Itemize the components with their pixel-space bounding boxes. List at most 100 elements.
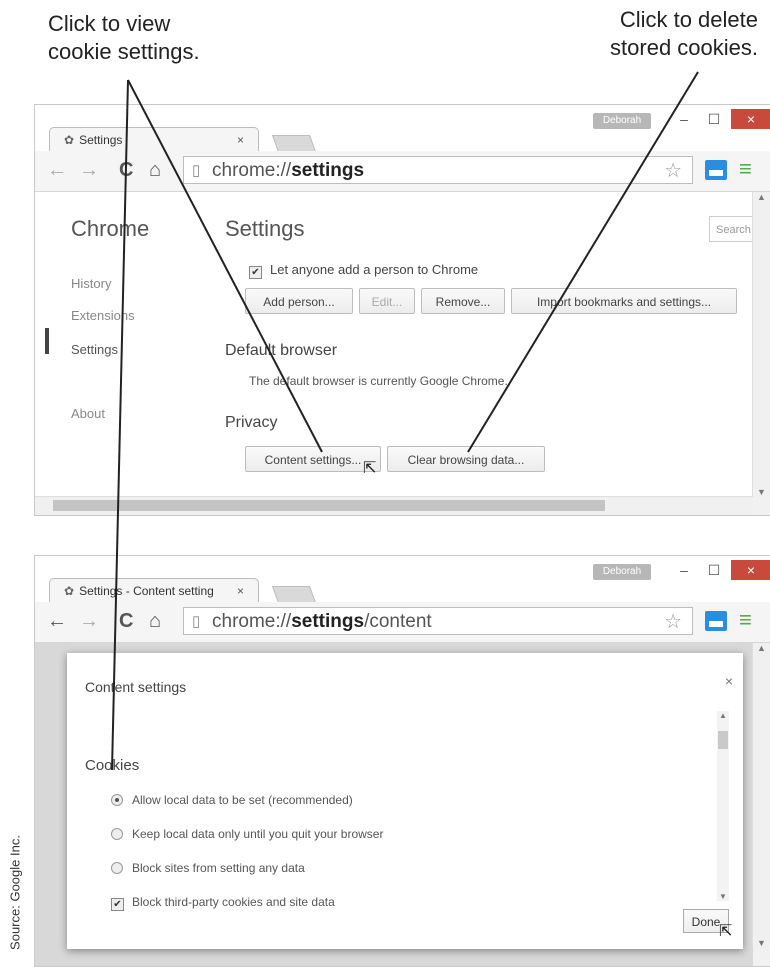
source-credit: Source: Google Inc. [7,835,23,950]
profile-badge[interactable]: Deborah [593,564,651,580]
scroll-down-icon[interactable]: ▼ [757,487,766,497]
back-arrow-icon[interactable]: ← [47,610,67,632]
close-window-button[interactable]: × [731,109,770,129]
url-path: settings [291,611,365,632]
callout-delete-cookies: Click to delete stored cookies. [610,6,758,62]
url-suffix: /content [364,611,432,632]
radio-unselected[interactable] [111,862,123,874]
bookmark-star-icon[interactable]: ☆ [664,608,682,636]
home-icon[interactable]: ⌂ [149,159,161,181]
vertical-scrollbar[interactable]: ▲ ▼ [752,643,770,948]
maximize-button[interactable]: ☐ [699,560,729,580]
checkbox-label: Block third-party cookies and site data [132,895,335,909]
forward-arrow-icon[interactable]: → [79,159,99,181]
new-tab-button[interactable] [271,135,317,152]
settings-window: ✿ Settings × Deborah – ☐ × ← → C ⌂ ▯ chro… [34,104,770,516]
edit-button[interactable]: Edit... [359,288,415,314]
modal-overlay: Content settings × Cookies Allow local d… [35,643,753,966]
callout-right-line2: stored cookies. [610,35,758,60]
add-person-button[interactable]: Add person... [245,288,353,314]
option-label: Block sites from setting any data [132,861,305,875]
radio-unselected[interactable] [111,828,123,840]
sidebar-item-settings[interactable]: Settings [71,342,118,357]
callout-right-line1: Click to delete [619,7,758,32]
extension-icon[interactable] [705,611,727,631]
bookmark-star-icon[interactable]: ☆ [664,157,682,185]
remove-button[interactable]: Remove... [421,288,505,314]
url-prefix: chrome:// [212,611,292,632]
back-arrow-icon[interactable]: ← [47,159,67,181]
content-settings-dialog: Content settings × Cookies Allow local d… [67,653,743,949]
scroll-thumb[interactable] [53,500,605,511]
import-bookmarks-button[interactable]: Import bookmarks and settings... [511,288,737,314]
address-bar[interactable]: ▯ chrome://settings/content ☆ [183,607,693,635]
tab-label: Settings [79,133,123,147]
privacy-heading: Privacy [225,414,278,431]
option-label: Allow local data to be set (recommended) [132,793,353,807]
scroll-thumb[interactable] [718,731,728,749]
checkbox-checked[interactable]: ✔ [111,898,124,911]
profile-badge[interactable]: Deborah [593,113,651,129]
address-bar[interactable]: ▯ chrome://settings ☆ [183,156,693,184]
page-icon: ▯ [192,613,201,630]
search-input[interactable]: Search [709,216,753,242]
radio-keep-until-quit[interactable]: Keep local data only until you quit your… [111,827,383,841]
url-path: settings [291,160,365,181]
close-icon[interactable]: × [725,673,733,689]
menu-icon[interactable]: ≡ [739,156,752,182]
reload-icon[interactable]: C [119,610,133,632]
callout-view-cookies: Click to view cookie settings. [48,10,200,66]
gear-icon: ✿ [64,133,75,147]
scroll-up-icon[interactable]: ▲ [757,192,766,202]
dialog-scrollbar[interactable]: ▲ ▼ [717,711,729,901]
mouse-pointer-icon: ⇱ [719,923,733,940]
minimize-button[interactable]: – [669,560,699,580]
checkbox-checked[interactable]: ✔ [249,266,262,279]
callout-left-line1: Click to view [48,11,171,36]
add-person-checkbox-row[interactable]: ✔ Let anyone add a person to Chrome [249,262,478,279]
block-third-party-checkbox-row[interactable]: ✔ Block third-party cookies and site data [111,895,335,911]
clear-browsing-data-button[interactable]: Clear browsing data... [387,446,545,472]
reload-icon[interactable]: C [119,159,133,181]
sidebar-selection-marker [45,328,49,354]
radio-block-sites[interactable]: Block sites from setting any data [111,861,305,875]
mouse-pointer-icon: ⇱ [363,460,377,477]
forward-arrow-icon[interactable]: → [79,610,99,632]
toolbar: ← → C ⌂ ▯ chrome://settings/content ☆ ≡ [35,602,770,643]
close-window-button[interactable]: × [731,560,770,580]
default-browser-text: The default browser is currently Google … [249,374,508,388]
option-label: Keep local data only until you quit your… [132,827,384,841]
cookies-heading: Cookies [85,757,140,774]
scroll-up-icon[interactable]: ▲ [757,643,766,653]
minimize-button[interactable]: – [669,109,699,129]
url-prefix: chrome:// [212,160,292,181]
tab-close-icon[interactable]: × [237,579,244,603]
page-title: Settings [225,216,305,241]
radio-allow-local-data[interactable]: Allow local data to be set (recommended) [111,793,353,807]
scroll-down-icon[interactable]: ▼ [757,938,766,948]
scroll-down-icon[interactable]: ▼ [719,892,727,901]
scroll-up-icon[interactable]: ▲ [719,711,727,720]
settings-page: Chrome History Extensions Settings About… [35,192,753,497]
sidebar-item-about[interactable]: About [71,406,105,421]
radio-selected[interactable] [111,794,123,806]
sidebar-item-extensions[interactable]: Extensions [71,308,135,323]
vertical-scrollbar[interactable]: ▲ ▼ [752,192,770,497]
tab-content-settings[interactable]: ✿ Settings - Content setting × [49,578,259,602]
sidebar-item-history[interactable]: History [71,276,111,291]
default-browser-heading: Default browser [225,342,338,359]
content-settings-window: ✿ Settings - Content setting × Deborah – … [34,555,770,967]
new-tab-button[interactable] [271,586,317,603]
callout-left-line2: cookie settings. [48,39,200,64]
maximize-button[interactable]: ☐ [699,109,729,129]
horizontal-scrollbar[interactable] [35,496,753,515]
extension-icon[interactable] [705,160,727,180]
page-icon: ▯ [192,162,201,179]
content-settings-button[interactable]: Content settings... [245,446,381,472]
toolbar: ← → C ⌂ ▯ chrome://settings ☆ ≡ [35,151,770,192]
gear-icon: ✿ [64,584,75,598]
menu-icon[interactable]: ≡ [739,607,752,633]
home-icon[interactable]: ⌂ [149,610,161,632]
tab-settings[interactable]: ✿ Settings × [49,127,259,151]
tab-close-icon[interactable]: × [237,128,244,152]
